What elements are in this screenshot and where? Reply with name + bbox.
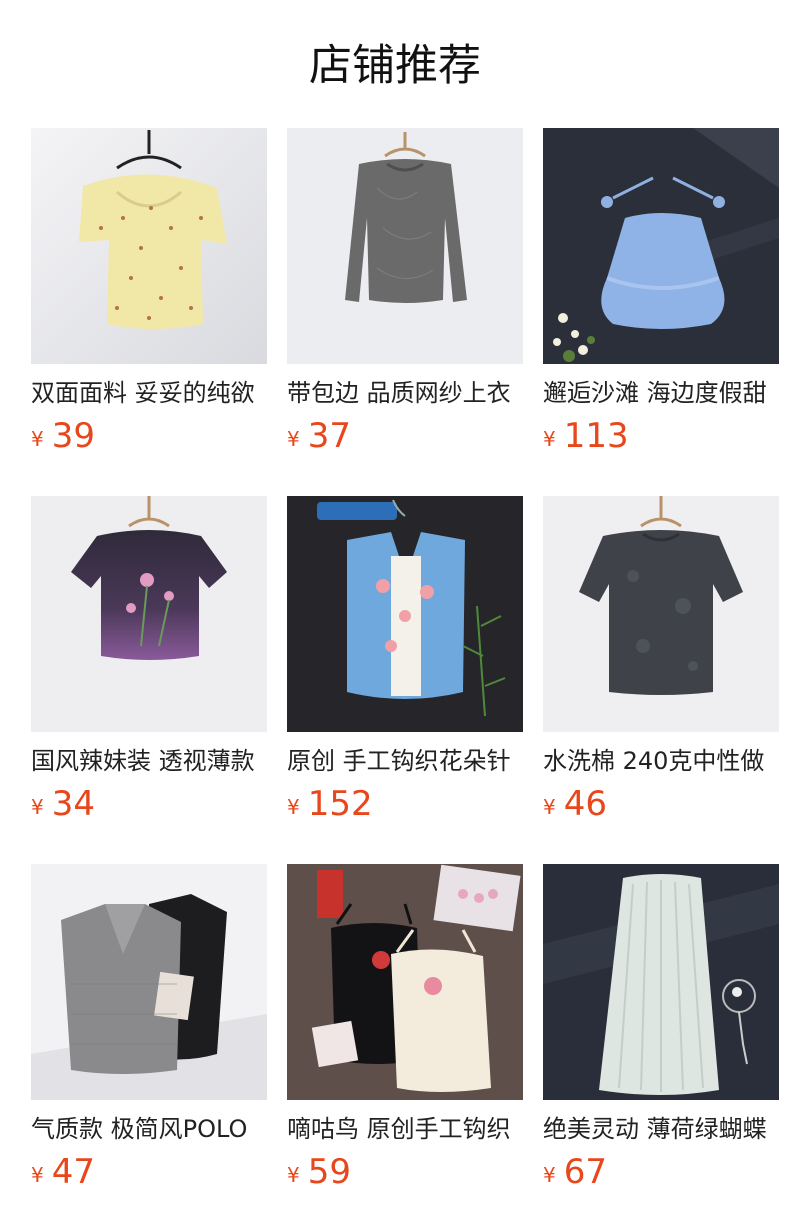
product-image[interactable] bbox=[31, 864, 267, 1100]
product-name[interactable]: 邂逅沙滩 海边度假甜 bbox=[543, 376, 779, 410]
price-row: ¥59 bbox=[287, 1152, 523, 1192]
product-price: 39 bbox=[51, 416, 95, 456]
price-row: ¥152 bbox=[287, 784, 523, 824]
product-card[interactable]: 原创 手工钩织花朵针 ¥152 bbox=[287, 496, 523, 864]
price-row: ¥47 bbox=[31, 1152, 267, 1192]
product-price: 152 bbox=[307, 784, 373, 824]
product-name[interactable]: 绝美灵动 薄荷绿蝴蝶 bbox=[543, 1112, 779, 1146]
product-grid: 双面面料 妥妥的纯欲 ¥39 带包边 品质网纱上衣 ¥37 邂逅沙滩 海边度假甜… bbox=[31, 128, 790, 1232]
product-name[interactable]: 原创 手工钩织花朵针 bbox=[287, 744, 523, 778]
product-image[interactable] bbox=[287, 128, 523, 364]
currency-symbol: ¥ bbox=[287, 427, 300, 451]
price-row: ¥34 bbox=[31, 784, 267, 824]
product-image[interactable] bbox=[287, 864, 523, 1100]
product-image[interactable] bbox=[543, 864, 779, 1100]
product-name[interactable]: 双面面料 妥妥的纯欲 bbox=[31, 376, 267, 410]
product-price: 113 bbox=[563, 416, 629, 456]
product-card[interactable]: 国风辣妹装 透视薄款 ¥34 bbox=[31, 496, 267, 864]
price-row: ¥37 bbox=[287, 416, 523, 456]
product-card[interactable]: 带包边 品质网纱上衣 ¥37 bbox=[287, 128, 523, 496]
product-card[interactable]: 嘀咕鸟 原创手工钩织 ¥59 bbox=[287, 864, 523, 1232]
product-price: 37 bbox=[307, 416, 351, 456]
product-card[interactable]: 绝美灵动 薄荷绿蝴蝶 ¥67 bbox=[543, 864, 779, 1232]
product-image[interactable] bbox=[31, 128, 267, 364]
currency-symbol: ¥ bbox=[543, 427, 556, 451]
product-card[interactable]: 双面面料 妥妥的纯欲 ¥39 bbox=[31, 128, 267, 496]
product-card[interactable]: 气质款 极简风POLO ¥47 bbox=[31, 864, 267, 1232]
price-row: ¥39 bbox=[31, 416, 267, 456]
product-price: 46 bbox=[563, 784, 607, 824]
product-name[interactable]: 嘀咕鸟 原创手工钩织 bbox=[287, 1112, 523, 1146]
price-row: ¥67 bbox=[543, 1152, 779, 1192]
product-price: 47 bbox=[51, 1152, 95, 1192]
currency-symbol: ¥ bbox=[543, 1163, 556, 1187]
product-image[interactable] bbox=[287, 496, 523, 732]
product-price: 34 bbox=[51, 784, 95, 824]
price-row: ¥46 bbox=[543, 784, 779, 824]
page-title: 店铺推荐 bbox=[309, 41, 481, 91]
currency-symbol: ¥ bbox=[31, 427, 44, 451]
product-image[interactable] bbox=[543, 496, 779, 732]
price-row: ¥113 bbox=[543, 416, 779, 456]
currency-symbol: ¥ bbox=[287, 795, 300, 819]
currency-symbol: ¥ bbox=[287, 1163, 300, 1187]
product-name[interactable]: 带包边 品质网纱上衣 bbox=[287, 376, 523, 410]
currency-symbol: ¥ bbox=[31, 795, 44, 819]
product-name[interactable]: 国风辣妹装 透视薄款 bbox=[31, 744, 267, 778]
product-card[interactable]: 水洗棉 240克中性做 ¥46 bbox=[543, 496, 779, 864]
product-price: 67 bbox=[563, 1152, 607, 1192]
product-image[interactable] bbox=[543, 128, 779, 364]
product-image[interactable] bbox=[31, 496, 267, 732]
product-card[interactable]: 邂逅沙滩 海边度假甜 ¥113 bbox=[543, 128, 779, 496]
product-name[interactable]: 水洗棉 240克中性做 bbox=[543, 744, 779, 778]
currency-symbol: ¥ bbox=[543, 795, 556, 819]
product-price: 59 bbox=[307, 1152, 351, 1192]
product-name[interactable]: 气质款 极简风POLO bbox=[31, 1112, 267, 1146]
currency-symbol: ¥ bbox=[31, 1163, 44, 1187]
